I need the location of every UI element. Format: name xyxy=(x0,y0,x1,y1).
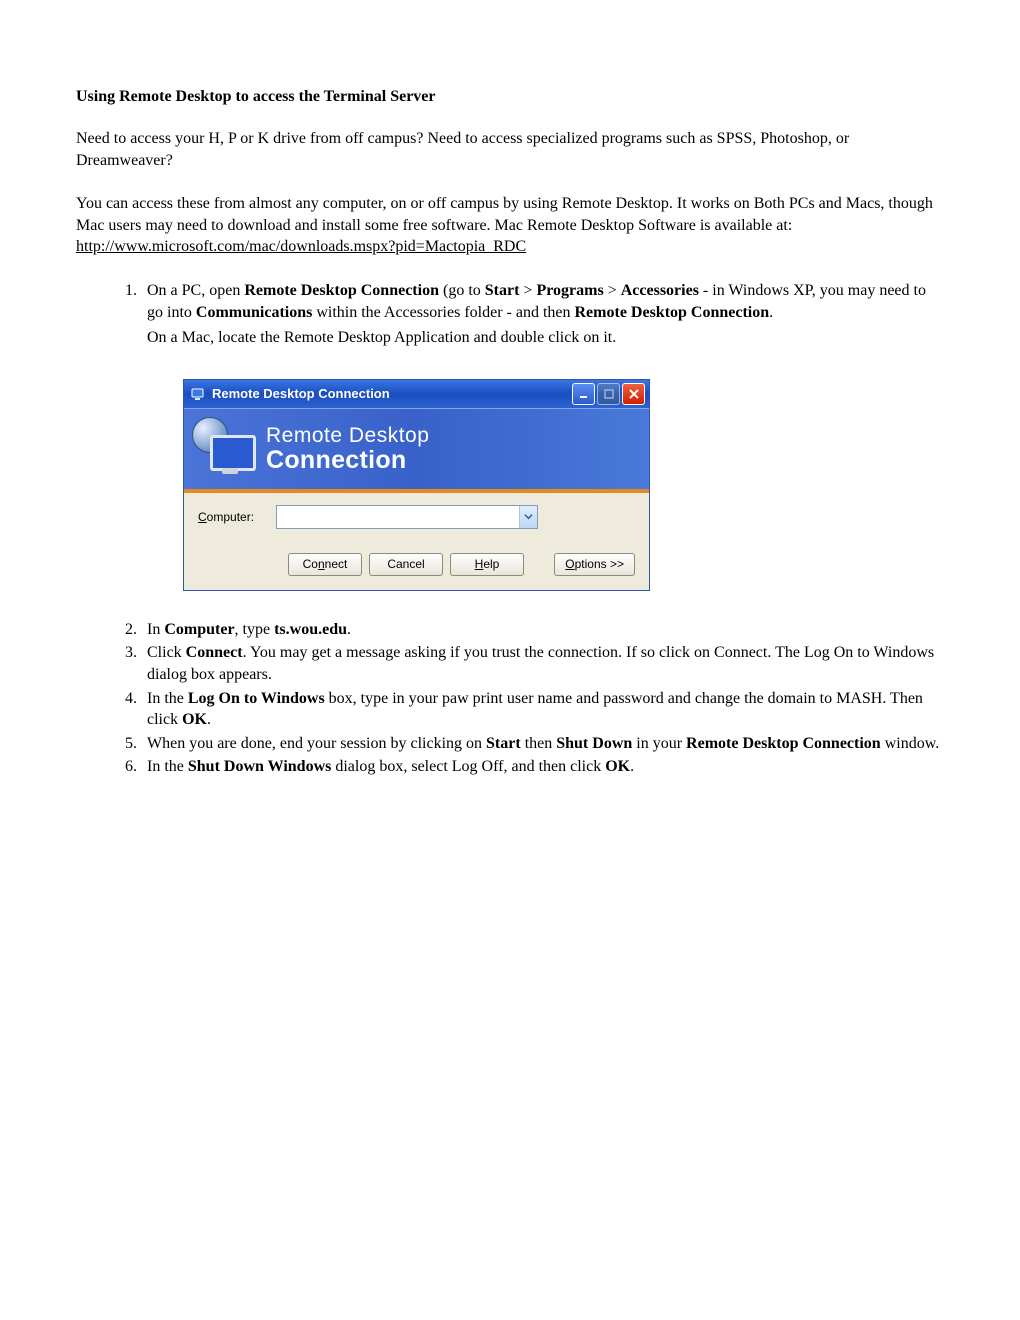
step-1-t1: On a PC, open xyxy=(147,282,244,299)
step-1-b1: Remote Desktop Connection xyxy=(244,282,439,299)
step-1-b3: Programs xyxy=(536,282,603,299)
step-2-b2: ts.wou.edu xyxy=(274,621,347,638)
step-4-t3: . xyxy=(207,711,211,728)
step-3-t1: Click xyxy=(147,644,186,661)
step-5-b3: Remote Desktop Connection xyxy=(686,735,881,752)
connect-post: nect xyxy=(325,557,348,571)
titlebar: Remote Desktop Connection xyxy=(184,380,649,408)
step-2-t3: . xyxy=(347,621,351,638)
step-1-b6: Remote Desktop Connection xyxy=(575,304,770,321)
page-title: Using Remote Desktop to access the Termi… xyxy=(76,88,944,106)
step-1-t3: > xyxy=(519,282,536,299)
step-1: On a PC, open Remote Desktop Connection … xyxy=(141,280,944,591)
step-6-t3: . xyxy=(630,758,634,775)
app-icon xyxy=(190,386,206,402)
minimize-button[interactable] xyxy=(572,383,595,405)
help-button[interactable]: Help xyxy=(450,553,524,576)
step-4-b1: Log On to Windows xyxy=(188,690,325,707)
step-6: In the Shut Down Windows dialog box, sel… xyxy=(141,756,944,778)
step-1-b4: Accessories xyxy=(621,282,699,299)
step-3: Click Connect. You may get a message ask… xyxy=(141,642,944,685)
computer-label-rest: omputer: xyxy=(207,510,254,524)
intro-paragraph-2: You can access these from almost any com… xyxy=(76,193,944,258)
step-4-t1: In the xyxy=(147,690,188,707)
step-1-t7: . xyxy=(769,304,773,321)
step-1-t4: > xyxy=(604,282,621,299)
close-button[interactable] xyxy=(622,383,645,405)
computer-input[interactable] xyxy=(277,508,519,526)
help-rest: elp xyxy=(483,557,499,571)
cancel-button[interactable]: Cancel xyxy=(369,553,443,576)
step-5-t4: window. xyxy=(881,735,940,752)
step-5-t2: then xyxy=(521,735,557,752)
step-1-t2: (go to xyxy=(439,282,485,299)
steps-list: On a PC, open Remote Desktop Connection … xyxy=(76,280,944,778)
intro-paragraph-1: Need to access your H, P or K drive from… xyxy=(76,128,944,171)
step-1-t6: within the Accessories folder - and then xyxy=(312,304,574,321)
step-4-b2: OK xyxy=(182,711,207,728)
step-5-t1: When you are done, end your session by c… xyxy=(147,735,486,752)
step-2: In Computer, type ts.wou.edu. xyxy=(141,619,944,641)
window-buttons xyxy=(572,383,645,405)
step-3-b1: Connect xyxy=(186,644,243,661)
connect-button[interactable]: Connect xyxy=(288,553,362,576)
chevron-down-icon[interactable] xyxy=(519,506,537,528)
step-2-t1: In xyxy=(147,621,164,638)
step-2-t2: , type xyxy=(235,621,275,638)
step-1-b2: Start xyxy=(485,282,520,299)
step-6-b1: Shut Down Windows xyxy=(188,758,331,775)
step-4: In the Log On to Windows box, type in yo… xyxy=(141,688,944,731)
mac-download-link[interactable]: http://www.microsoft.com/mac/downloads.m… xyxy=(76,238,526,255)
window-title: Remote Desktop Connection xyxy=(212,385,572,403)
connect-pre: Co xyxy=(303,557,318,571)
step-6-t2: dialog box, select Log Off, and then cli… xyxy=(331,758,605,775)
step-6-t1: In the xyxy=(147,758,188,775)
banner-line1: Remote Desktop xyxy=(266,425,429,447)
maximize-button[interactable] xyxy=(597,383,620,405)
step-5: When you are done, end your session by c… xyxy=(141,733,944,755)
step-5-b1: Start xyxy=(486,735,521,752)
window-body: Computer: Connect Cancel Help xyxy=(184,493,649,590)
help-u: H xyxy=(475,557,484,571)
step-6-b2: OK xyxy=(605,758,630,775)
step-5-t3: in your xyxy=(632,735,686,752)
options-button[interactable]: Options >> xyxy=(554,553,635,576)
computer-label-u: C xyxy=(198,510,207,524)
step-2-b1: Computer xyxy=(164,621,234,638)
computer-combobox[interactable] xyxy=(276,505,538,529)
button-row: Connect Cancel Help Options >> xyxy=(198,553,635,576)
rdc-window: Remote Desktop Connection Remote Des xyxy=(183,379,650,591)
banner: Remote Desktop Connection xyxy=(184,408,649,493)
computer-label: Computer: xyxy=(198,509,276,525)
intro-paragraph-2-text: You can access these from almost any com… xyxy=(76,195,933,234)
step-1-b5: Communications xyxy=(196,304,312,321)
banner-line2: Connection xyxy=(266,447,429,473)
connect-u: n xyxy=(318,557,325,571)
step-5-b2: Shut Down xyxy=(556,735,632,752)
step-3-t2: . You may get a message asking if you tr… xyxy=(147,644,934,683)
step-1-line2: On a Mac, locate the Remote Desktop Appl… xyxy=(147,327,944,349)
rdc-icon xyxy=(192,417,256,481)
banner-text: Remote Desktop Connection xyxy=(266,425,429,473)
options-u: O xyxy=(565,557,574,571)
spacer xyxy=(531,553,547,576)
options-rest: ptions >> xyxy=(575,557,624,571)
